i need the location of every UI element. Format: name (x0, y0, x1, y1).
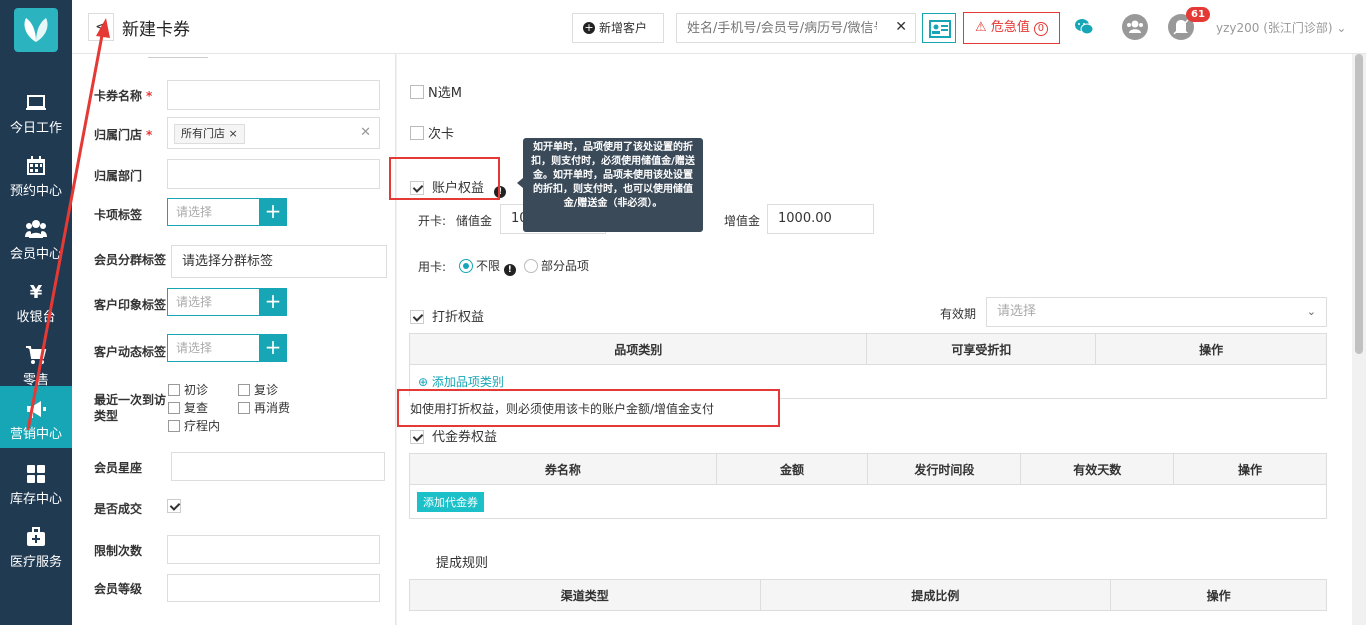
annotation-arrow (26, 18, 110, 431)
